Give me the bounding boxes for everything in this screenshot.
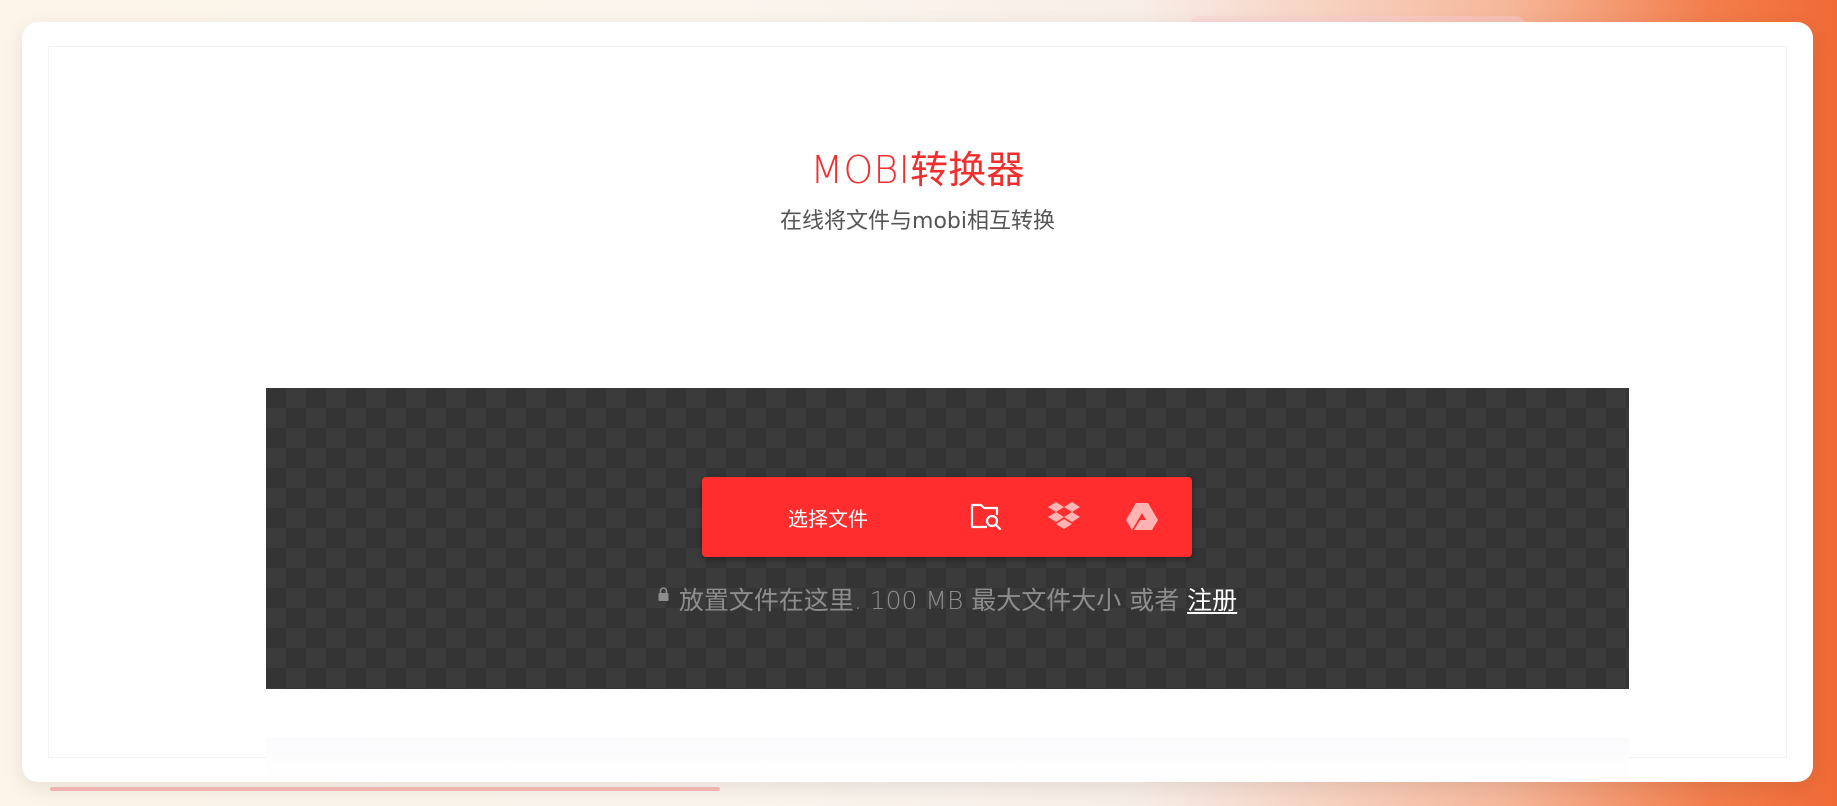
google-drive-button[interactable] [1120,495,1164,539]
hint-text: 放置文件在这里. 100 MB 最大文件大小 或者 [678,586,1180,615]
choose-file-button[interactable]: 选择文件 [702,477,954,557]
lock-icon [658,578,669,607]
google-drive-icon [1125,501,1159,534]
page-subtitle: 在线将文件与mobi相互转换 [780,209,1055,234]
below-dropzone-strip [266,738,1629,780]
progress-indicator [50,787,720,791]
register-link[interactable]: 注册 [1187,586,1237,615]
converter-card: MOBI转换器 在线将文件与mobi相互转换 选择文件 放置文件在这里. 100… [22,22,1813,782]
upload-bar: 选择文件 [702,477,1192,557]
file-dropzone[interactable]: 选择文件 放置文件在这里. 100 MB 最大文件大小 或者 注册 [266,388,1629,689]
local-file-button[interactable] [964,495,1008,539]
folder-search-icon [970,501,1002,534]
page-title: MOBI转换器 [810,148,1025,192]
upload-hint: 放置文件在这里. 100 MB 最大文件大小 或者 注册 [266,578,1629,617]
dropbox-icon [1047,501,1081,534]
dropbox-button[interactable] [1042,495,1086,539]
